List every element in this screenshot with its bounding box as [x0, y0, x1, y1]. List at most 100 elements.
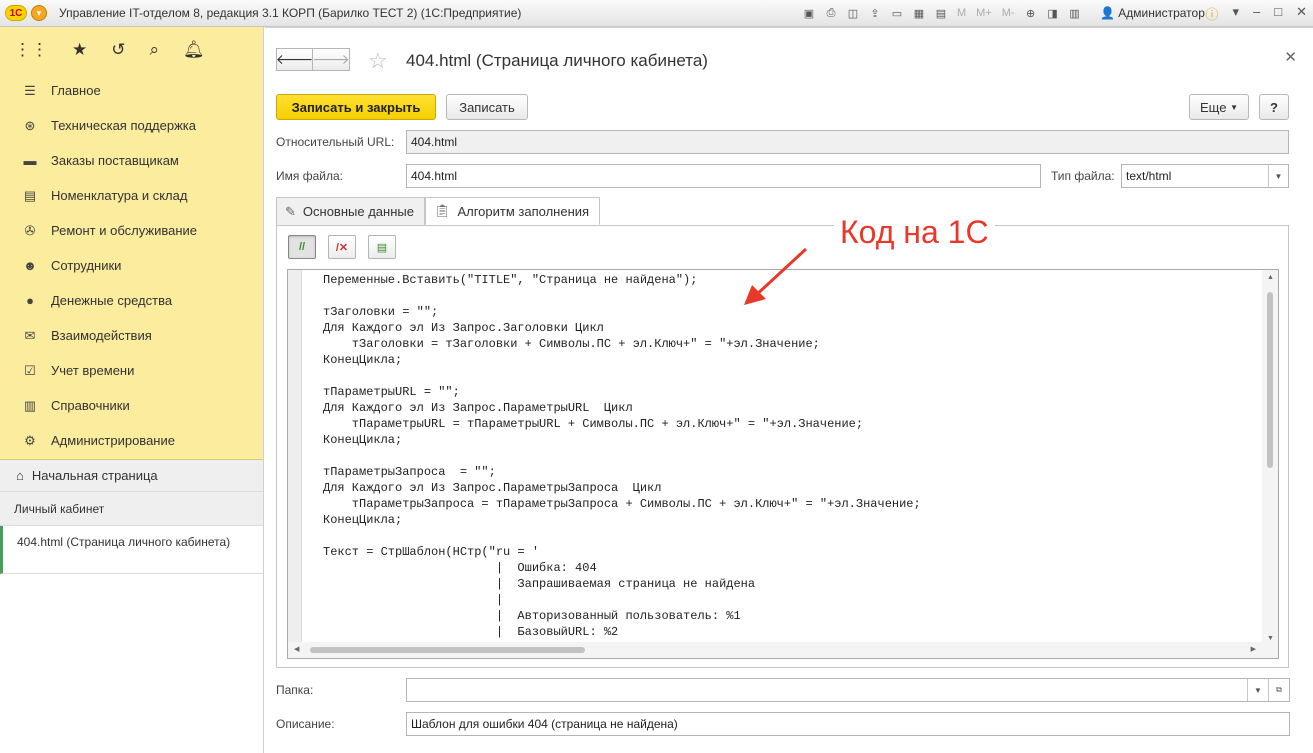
main-form: 🡐 🡒 ☆ 404.html (Страница личного кабинет… — [265, 27, 1313, 753]
code-text[interactable]: Переменные.Вставить("TITLE", "Страница н… — [323, 272, 921, 640]
print-icon[interactable]: ⎙ — [822, 5, 840, 21]
window-titlebar: 1С ▾ Управление IT-отделом 8, редакция 3… — [0, 0, 1313, 27]
sidebar-item[interactable]: ● Денежные средства — [0, 283, 263, 318]
scroll-down-icon[interactable]: ▼ — [1267, 635, 1274, 642]
sidebar-item-home[interactable]: ⌂ Начальная страница — [0, 460, 263, 492]
truck-icon: ▬ — [23, 153, 37, 168]
horizontal-scrollbar[interactable]: ◀ ▶ — [288, 642, 1278, 658]
window-title: Управление IT-отделом 8, редакция 3.1 КО… — [59, 6, 522, 20]
sidebar-item[interactable]: ☰ Главное — [0, 73, 263, 108]
code-editor[interactable]: Переменные.Вставить("TITLE", "Страница н… — [287, 269, 1279, 659]
sidebar-section-cabinet[interactable]: Личный кабинет — [0, 492, 263, 526]
envelope-icon: ✉ — [24, 327, 36, 343]
favorites-icon[interactable]: ★ — [72, 40, 87, 60]
folder-field[interactable]: ▼ ⧉ — [406, 678, 1290, 702]
open-icon[interactable]: ⧉ — [1268, 679, 1289, 701]
scroll-left-icon[interactable]: ◀ — [294, 645, 299, 653]
comment-toggle-button[interactable]: // — [288, 235, 316, 259]
memory-mplus-button[interactable]: M+ — [973, 5, 995, 21]
user-name: Администратор — [1118, 6, 1205, 20]
dropdown-arrow-icon[interactable]: ▼ — [1268, 165, 1288, 187]
tools-icon: ✇ — [24, 222, 36, 238]
uncomment-icon: /✕ — [335, 241, 349, 254]
sidebar-item-label: Главное — [51, 83, 101, 98]
folder-label: Папка: — [276, 683, 314, 697]
save-button[interactable]: Записать — [446, 94, 528, 120]
more-button[interactable]: Еще ▼ — [1189, 94, 1249, 120]
description-label: Описание: — [276, 717, 335, 731]
tab-label: Основные данные — [302, 204, 414, 219]
sidebar-item-label: Техническая поддержка — [51, 118, 196, 133]
sidebar-item-label: Номенклатура и склад — [51, 188, 188, 203]
open-document-tab[interactable]: 404.html (Страница личного кабинета) — [0, 526, 263, 574]
zoom-icon[interactable]: ⊕ — [1022, 5, 1040, 21]
scroll-right-icon[interactable]: ▶ — [1251, 645, 1256, 653]
save-and-close-button[interactable]: Записать и закрыть — [276, 94, 436, 120]
description-field[interactable]: Шаблон для ошибки 404 (страница не найде… — [406, 712, 1290, 736]
close-window-icon[interactable]: ✕ — [1296, 4, 1307, 23]
forward-button[interactable]: 🡒 — [312, 48, 350, 71]
scroll-thumb[interactable] — [1267, 292, 1273, 468]
wand-icon: ✎ — [285, 203, 296, 219]
sidebar-item[interactable]: ☑ Учет времени — [0, 353, 263, 388]
uncomment-button[interactable]: /✕ — [328, 235, 356, 259]
url-label: Относительный URL: — [276, 135, 395, 149]
sidebar-toolbar: ⋮⋮ ★ ↺ ⌕ 🔔︎ — [0, 27, 263, 73]
comment-icon: // — [298, 241, 306, 253]
favorite-star-icon[interactable]: ☆ — [368, 48, 388, 74]
sidebar-item[interactable]: ✇ Ремонт и обслуживание — [0, 213, 263, 248]
url-field[interactable]: 404.html — [406, 130, 1289, 154]
window-list-icon[interactable]: ▥ — [1066, 5, 1084, 21]
sidebar-item-label: Учет времени — [51, 363, 135, 378]
sidebar-item[interactable]: ✉ Взаимодействия — [0, 318, 263, 353]
sidebar-item[interactable]: ▥ Справочники — [0, 388, 263, 423]
sidebar-item[interactable]: ▤ Номенклатура и склад — [0, 178, 263, 213]
sidebar-item[interactable]: ▬ Заказы поставщикам — [0, 143, 263, 178]
syntax-check-button[interactable]: ▤ — [368, 235, 396, 259]
tab-fill-algorithm[interactable]: 📋︎ Алгоритм заполнения — [424, 197, 601, 225]
info-icon[interactable]: ⓘ — [1205, 4, 1218, 23]
dropdown-arrow-icon[interactable]: ▼ — [1247, 679, 1268, 701]
scroll-up-icon[interactable]: ▲ — [1267, 274, 1274, 281]
sidebar-item[interactable]: ☻ Сотрудники — [0, 248, 263, 283]
sidebar-item[interactable]: ⚙ Администрирование — [0, 423, 263, 458]
memory-mminus-button[interactable]: M- — [999, 5, 1018, 21]
back-button[interactable]: 🡐 — [276, 48, 313, 71]
settings-dropdown-icon[interactable]: ▾ — [1232, 4, 1239, 23]
calculator-icon[interactable]: ▦ — [910, 5, 928, 21]
upload-icon[interactable]: ⇪ — [866, 5, 884, 21]
maximize-icon[interactable]: □ — [1274, 4, 1282, 23]
tab-main-data[interactable]: ✎ Основные данные — [276, 197, 425, 225]
filetype-select[interactable]: text/html ▼ — [1121, 164, 1289, 188]
main-menu-button[interactable]: ▾ — [31, 5, 47, 21]
preview-icon[interactable]: ◫ — [844, 5, 862, 21]
check-document-icon: ▤ — [376, 241, 388, 254]
history-icon[interactable]: ↺ — [111, 40, 125, 60]
panels-icon[interactable]: ◨ — [1044, 5, 1062, 21]
lifebuoy-icon: ⊛ — [24, 117, 36, 133]
user-menu[interactable]: 👤 Администратор — [1100, 6, 1205, 20]
search-icon[interactable]: ⌕ — [150, 40, 160, 60]
printer-icon: ▤ — [23, 187, 37, 203]
memory-m-button[interactable]: M — [954, 5, 969, 21]
scanner-icon[interactable]: ▭ — [888, 5, 906, 21]
filetype-value: text/html — [1126, 169, 1172, 183]
notifications-icon[interactable]: 🔔︎ — [183, 40, 205, 60]
minimize-icon[interactable]: – — [1253, 4, 1260, 23]
apps-grid-icon[interactable]: ⋮⋮ — [14, 40, 48, 60]
sidebar-item[interactable]: ⊛ Техническая поддержка — [0, 108, 263, 143]
page-title: 404.html (Страница личного кабинета) — [406, 51, 708, 70]
money-bag-icon: ● — [26, 293, 34, 308]
scroll-thumb[interactable] — [310, 647, 585, 653]
sidebar-item-label: Справочники — [51, 398, 130, 413]
calendar-check-icon: ☑ — [24, 362, 36, 378]
chevron-down-icon: ▼ — [1230, 102, 1238, 112]
user-icon: 👤 — [1100, 6, 1115, 20]
filename-field[interactable]: 404.html — [406, 164, 1041, 188]
menu-icon: ☰ — [24, 82, 36, 98]
save-icon[interactable]: ▣ — [800, 5, 818, 21]
help-button[interactable]: ? — [1259, 94, 1289, 120]
calendar-icon[interactable]: ▤ — [932, 5, 950, 21]
vertical-scrollbar[interactable]: ▲ ▼ — [1262, 270, 1278, 644]
close-form-icon[interactable]: ✕ — [1284, 48, 1297, 66]
